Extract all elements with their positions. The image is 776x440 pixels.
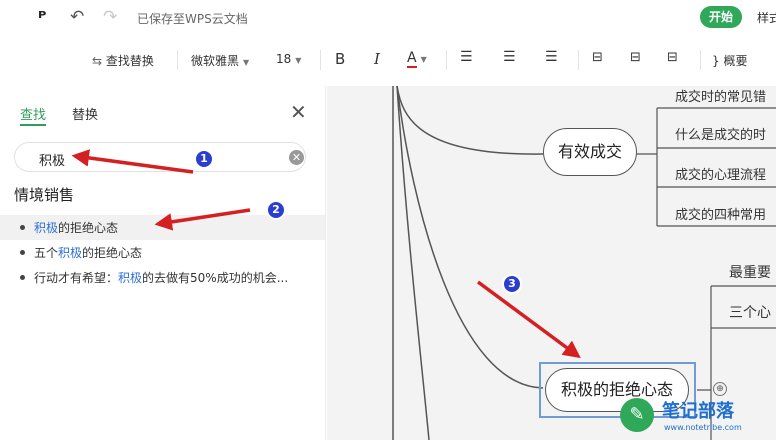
annotation-arrow [476,280,581,359]
annotation-arrow [71,149,194,174]
annotation-arrows [71,149,581,359]
step-badge-1: 1 [194,149,214,169]
step-badge-3: 3 [502,274,522,294]
wps-mindmap-window: ᴾ ↶ ↷ 已保存至WPS云文档 开始 样式 ⇆ 查找替换 微软雅黑 ▼ 18 ▼ … [0,0,776,440]
step-badge-2: 2 [266,200,286,220]
annotation-arrow [154,208,251,231]
